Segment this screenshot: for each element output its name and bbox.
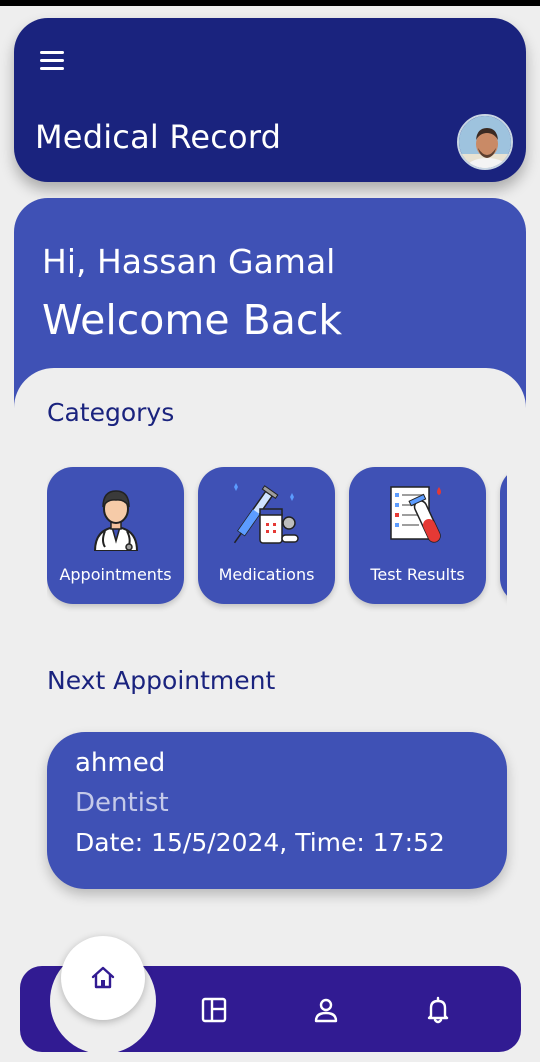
- next-appointment-card[interactable]: ahmed Dentist Date: 15/5/2024, Time: 17:…: [47, 732, 507, 889]
- next-appointment-title: Next Appointment: [47, 666, 276, 695]
- medicine-icon: [233, 483, 299, 544]
- nav-notifications-button[interactable]: [423, 995, 453, 1025]
- test-results-icon: [390, 486, 441, 543]
- nav-home-button[interactable]: [61, 936, 145, 1020]
- appointment-specialty: Dentist: [75, 788, 169, 818]
- appointment-doctor-name: ahmed: [75, 748, 166, 778]
- app-bar: Medical Record: [14, 18, 526, 182]
- app-title: Medical Record: [35, 118, 282, 156]
- categories-list[interactable]: Appointments Medications Test Results: [47, 462, 507, 612]
- nav-dashboard-button[interactable]: [199, 995, 229, 1025]
- category-card-partial[interactable]: [500, 467, 507, 604]
- category-medications[interactable]: Medications: [198, 467, 335, 604]
- profile-icon: [314, 998, 338, 1023]
- greeting-text: Hi, Hassan Gamal: [42, 242, 336, 281]
- home-icon: [91, 966, 115, 989]
- dashboard-icon: [201, 997, 227, 1023]
- nav-profile-button[interactable]: [311, 995, 341, 1025]
- category-label: Appointments: [59, 565, 172, 584]
- category-appointments[interactable]: Appointments: [47, 467, 184, 604]
- user-avatar[interactable]: [457, 114, 513, 170]
- category-label: Medications: [218, 565, 315, 584]
- category-label: Test Results: [370, 565, 465, 584]
- notification-bell-icon: [427, 996, 449, 1024]
- welcome-message: Welcome Back: [42, 296, 343, 344]
- doctor-icon: [93, 490, 139, 551]
- categories-title: Categorys: [47, 398, 175, 427]
- appointment-datetime: Date: 15/5/2024, Time: 17:52: [75, 828, 445, 857]
- hamburger-menu-icon[interactable]: [38, 48, 68, 74]
- status-bar-strip: [0, 0, 540, 6]
- category-test-results[interactable]: Test Results: [349, 467, 486, 604]
